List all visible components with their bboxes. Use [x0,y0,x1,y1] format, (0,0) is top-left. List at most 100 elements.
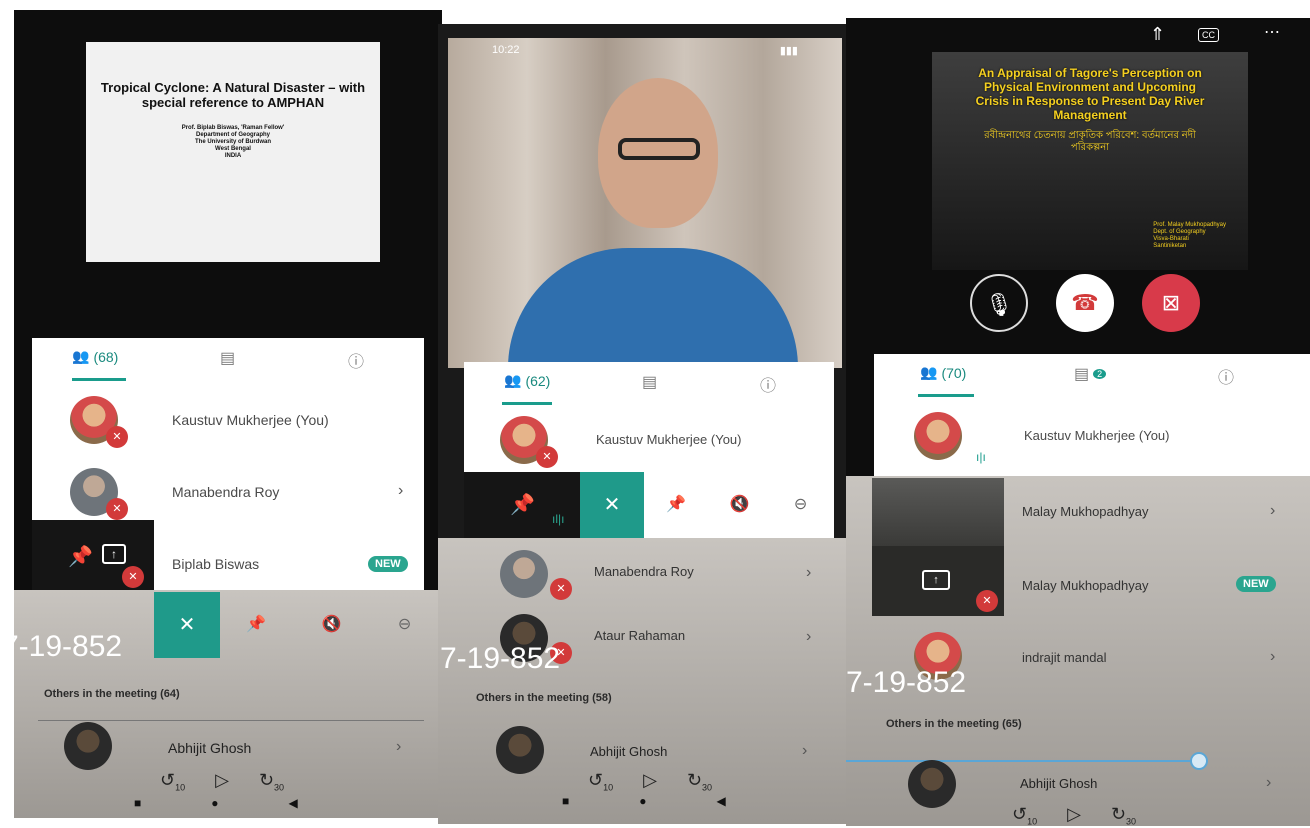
android-nav-bar: ■ ● ◀ [562,794,726,808]
media-controls: ↺10 ▷ ↻30 [160,770,284,793]
participant-row[interactable]: ✕ Manabendra Roy › [32,460,424,524]
chevron-right-icon: › [1270,648,1276,665]
slide-author: Prof. Biplab Biswas, 'Raman Fellow' [181,125,285,131]
forward-button[interactable]: ↻30 [259,770,284,793]
recent-apps-icon[interactable]: ■ [562,794,569,808]
participant-tile[interactable]: 📌 ıl|ı [464,472,580,538]
participant-actions: 📌 🔇 ⊖ [246,614,411,634]
play-button[interactable]: ▷ [643,770,657,793]
tab-participants[interactable]: 👥 (70) [920,364,966,381]
chat-icon: ▤ [220,350,236,367]
speaker-video[interactable]: 10:22 ▮▮▮ [448,38,842,368]
participant-name: Manabendra Roy [172,484,280,500]
home-icon[interactable]: ● [211,796,218,810]
tab-chat[interactable]: ▤ [220,348,235,368]
participant-name: indrajit mandal [1022,650,1107,665]
chevron-right-icon: › [396,738,402,755]
tab-info[interactable]: ⓘ [1218,364,1234,388]
slide-affiliation-line: The University of Burdwan [194,139,271,145]
seek-bar-handle[interactable] [1190,752,1208,770]
participants-count: (68) [93,348,119,365]
remove-icon[interactable]: ⊖ [794,494,807,514]
captions-icon[interactable]: CC [1198,28,1219,42]
speaker-body [508,248,798,368]
tab-info[interactable]: ⓘ [760,372,776,396]
avatar [496,726,544,774]
participant-video-tile [872,478,1004,546]
speaking-icon: ı|ı [976,450,986,464]
hang-up-button[interactable]: ☎ [1056,274,1114,332]
status-bar: 10:22 ▮▮▮ [448,38,842,64]
avatar [908,760,956,808]
participant-name: Kaustuv Mukherjee (You) [1024,428,1170,443]
close-button[interactable]: ✕ [154,592,220,658]
participant-row[interactable]: ↑ ✕ Malay Mukhopadhyay NEW [846,546,1310,616]
tab-participants[interactable]: 👥 (62) [504,372,550,389]
tab-info[interactable]: ⓘ [348,348,364,372]
participant-row[interactable]: ✕ Kaustuv Mukherjee (You) [32,388,424,452]
participant-row[interactable]: ✕ Manabendra Roy › [438,542,850,606]
others-heading: Others in the meeting (64) [44,688,180,700]
overlay-stamp: 7-19-852 [2,630,123,663]
forward-button[interactable]: ↻30 [687,770,712,793]
play-button[interactable]: ▷ [215,770,229,793]
rewind-button[interactable]: ↺10 [588,770,613,793]
tab-chat[interactable]: ▤ 2 [1074,364,1107,384]
new-badge: NEW [368,556,408,572]
recent-apps-icon[interactable]: ■ [134,796,141,810]
participant-row[interactable]: Malay Mukhopadhyay › [846,478,1310,546]
rewind-button[interactable]: ↺10 [160,770,185,793]
overlay-stamp: 7-19-852 [440,642,561,675]
chevron-right-icon: › [398,482,404,499]
speaking-icon: ıl|ı [552,512,565,526]
media-controls: ↺10 ▷ ↻30 [1012,804,1136,826]
play-button[interactable]: ▷ [1067,804,1081,826]
participant-row[interactable]: ✕ Kaustuv Mukherjee (You) [464,412,834,476]
participant-name: Biplab Biswas [172,556,260,572]
pin-icon[interactable]: 📌 [666,494,686,514]
pin-icon[interactable]: 📌 [68,544,93,569]
slide-author-line: Visva-Bharati [1153,236,1189,242]
others-heading: Others in the meeting (58) [476,692,612,704]
info-icon: ⓘ [1218,370,1235,387]
mic-off-icon: ✕ [550,578,572,600]
avatar [914,412,962,460]
tab-chat[interactable]: ▤ [642,372,657,392]
more-icon[interactable]: ⋯ [1264,22,1280,42]
tab-participants[interactable]: 👥 (68) [72,348,118,365]
remove-icon[interactable]: ⊖ [398,614,411,634]
screenshot-panel-1: Tropical Cyclone: A Natural Disaster – w… [14,10,442,818]
shared-slide: An Appraisal of Tagore's Perception on P… [932,52,1248,270]
mic-button[interactable]: 🎙 [970,274,1028,332]
cast-icon[interactable]: ⇑ [1150,24,1165,45]
avatar [500,550,548,598]
forward-button[interactable]: ↻30 [1111,804,1136,826]
pin-icon[interactable]: 📌 [510,492,535,517]
participant-row[interactable]: ı|ı Kaustuv Mukherjee (You) [874,406,1310,470]
close-button[interactable]: ✕ [580,472,644,538]
camera-off-button[interactable]: ⊠ [1142,274,1200,332]
back-icon[interactable]: ◀ [289,796,298,810]
rewind-button[interactable]: ↺10 [1012,804,1037,826]
avatar [64,722,112,770]
divider [38,720,424,721]
people-icon: 👥 [504,372,522,388]
mic-off-icon: ✕ [106,498,128,520]
action-icons: 📌 🔇 ⊖ [666,494,807,514]
seek-bar[interactable] [846,760,1196,762]
android-nav-bar: ■ ● ◀ [134,796,298,810]
chevron-right-icon: › [1270,502,1276,519]
participant-name: Manabendra Roy [594,564,694,579]
mic-off-icon: ✕ [976,590,998,612]
mute-icon[interactable]: 🔇 [730,494,750,514]
participant-name: Malay Mukhopadhyay [1022,504,1149,519]
presenter-tile[interactable]: 📌 ↑ ✕ [32,520,154,592]
slide-affiliation-line: INDIA [224,153,242,159]
pin-icon[interactable]: 📌 [246,614,266,634]
participant-name: Abhijit Ghosh [590,744,668,759]
slide-affiliation-line: Department of Geography [195,132,270,138]
mic-off-icon: ✕ [122,566,144,588]
mute-icon[interactable]: 🔇 [322,614,342,634]
back-icon[interactable]: ◀ [717,794,726,808]
home-icon[interactable]: ● [639,794,646,808]
